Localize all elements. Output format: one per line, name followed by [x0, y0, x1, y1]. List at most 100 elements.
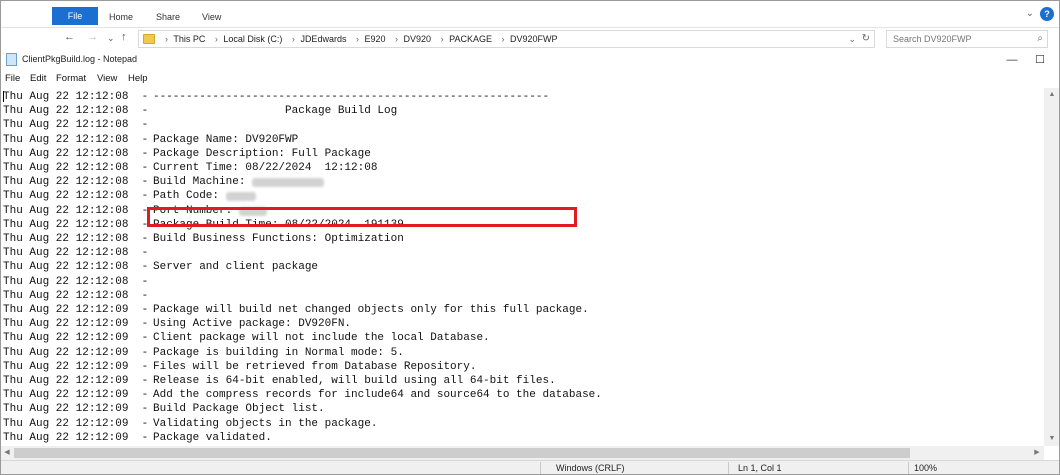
horizontal-scrollbar[interactable]: ◀ ▶ [0, 446, 1044, 460]
chevron-right-icon: › [501, 34, 505, 44]
maximize-button[interactable]: ☐ [1026, 51, 1054, 69]
log-line: Thu Aug 22 12:12:08 - Server and client p… [3, 260, 318, 274]
log-timestamp: Thu Aug 22 12:12:08 - [3, 119, 149, 132]
notepad-icon [6, 53, 17, 66]
up-arrow-icon[interactable]: ↑ [121, 31, 127, 43]
status-divider [728, 462, 729, 475]
address-dropdown-icon[interactable]: ⌄ [848, 34, 856, 45]
log-message: Package Description: Full Package [153, 147, 371, 160]
log-message: Path Code: [153, 190, 226, 203]
breadcrumb-local-disk[interactable]: Local Disk (C:) [223, 34, 282, 44]
breadcrumb-e920[interactable]: E920 [364, 34, 385, 44]
chevron-right-icon: › [291, 34, 295, 44]
search-input[interactable] [887, 31, 1027, 47]
redacted-value [226, 192, 256, 202]
log-timestamp: Thu Aug 22 12:12:09 - [3, 375, 149, 387]
log-message: ----------------------------------------… [153, 91, 550, 103]
log-line: Thu Aug 22 12:12:09 - Package validated. [3, 431, 272, 445]
log-timestamp: Thu Aug 22 12:12:09 - [3, 346, 149, 359]
log-timestamp: Thu Aug 22 12:12:09 - [3, 431, 149, 444]
scroll-left-icon[interactable]: ◀ [0, 446, 14, 460]
chevron-right-icon: › [165, 34, 168, 44]
scrollbar-thumb[interactable] [14, 448, 910, 458]
back-arrow-icon[interactable]: ← [64, 31, 75, 43]
breadcrumb: › This PC › Local Disk (C:) › JDEdwards … [161, 34, 561, 44]
scroll-up-icon[interactable]: ▲ [1044, 88, 1060, 102]
status-divider [540, 462, 541, 475]
log-timestamp: Thu Aug 22 12:12:08 - [3, 289, 149, 302]
log-timestamp: Thu Aug 22 12:12:08 - [3, 261, 149, 274]
chevron-right-icon: › [395, 34, 399, 44]
ribbon-tab-home[interactable]: Home [109, 8, 133, 26]
log-line: Thu Aug 22 12:12:08 - Package Name: DV920… [3, 133, 298, 147]
log-message: Client package will not include the loca… [153, 332, 490, 345]
log-line: Thu Aug 22 12:12:08 - [3, 275, 153, 289]
log-timestamp: Thu Aug 22 12:12:08 - [3, 176, 149, 189]
refresh-icon[interactable]: ↻ [862, 33, 870, 44]
log-message: Files will be retrieved from Database Re… [153, 360, 477, 373]
breadcrumb-dv920fwp[interactable]: DV920FWP [510, 34, 558, 44]
menu-bar: File Edit Format View Help [0, 70, 1060, 88]
menu-help[interactable]: Help [128, 73, 148, 84]
log-timestamp: Thu Aug 22 12:12:09 - [3, 403, 149, 416]
log-timestamp: Thu Aug 22 12:12:08 - [3, 233, 149, 245]
log-line: Thu Aug 22 12:12:09 - Build Package Objec… [3, 402, 325, 416]
menu-file[interactable]: File [5, 73, 20, 84]
log-line: Thu Aug 22 12:12:09 - Add the compress re… [3, 388, 602, 402]
log-message: Package will build net changed objects o… [153, 304, 589, 316]
scroll-right-icon[interactable]: ▶ [1030, 446, 1044, 460]
log-line: Thu Aug 22 12:12:08 - [3, 289, 153, 303]
log-line: Thu Aug 22 12:12:08 - Build Business Func… [3, 232, 404, 246]
log-timestamp: Thu Aug 22 12:12:09 - [3, 304, 149, 316]
redacted-value [252, 178, 324, 188]
ribbon-tab-file[interactable]: File [52, 7, 98, 25]
breadcrumb-this-pc[interactable]: This PC [173, 34, 205, 44]
log-line: Thu Aug 22 12:12:08 - Port Number: [3, 204, 267, 218]
vertical-scrollbar[interactable]: ▲ ▼ [1044, 88, 1060, 446]
menu-edit[interactable]: Edit [30, 73, 46, 84]
log-line: Thu Aug 22 12:12:09 - Package is building… [3, 346, 404, 360]
ribbon-expand-icon[interactable]: ⌄ [1026, 8, 1034, 19]
ribbon-tab-view[interactable]: View [202, 8, 221, 26]
log-timestamp: Thu Aug 22 12:12:09 - [3, 389, 149, 402]
log-timestamp: Thu Aug 22 12:12:08 - [3, 162, 149, 174]
folder-icon [143, 34, 155, 44]
highlight-box [147, 207, 577, 227]
menu-view[interactable]: View [97, 73, 117, 84]
log-line: Thu Aug 22 12:12:08 - Build Machine: [3, 175, 324, 189]
scroll-down-icon[interactable]: ▼ [1044, 432, 1060, 446]
log-line: Thu Aug 22 12:12:09 - Release is 64-bit e… [3, 374, 556, 388]
status-divider [908, 462, 909, 475]
log-line: Thu Aug 22 12:12:09 - Files will be retri… [3, 360, 476, 374]
breadcrumb-package[interactable]: PACKAGE [449, 34, 492, 44]
log-message: Build Package Object list. [153, 403, 325, 416]
explorer-ribbon: File Home Share View ⌄ ? [0, 0, 1060, 28]
search-icon[interactable]: ⌕ [1037, 33, 1043, 44]
log-timestamp: Thu Aug 22 12:12:08 - [3, 218, 149, 231]
breadcrumb-dv920[interactable]: DV920 [404, 34, 432, 44]
log-line: Thu Aug 22 12:12:08 - [3, 118, 153, 132]
notepad-titlebar: ClientPkgBuild.log - Notepad — ☐ [0, 50, 1060, 70]
chevron-right-icon: › [355, 34, 359, 44]
menu-format[interactable]: Format [56, 73, 86, 84]
recent-locations-chevron-icon[interactable]: ⌄ [107, 33, 115, 44]
breadcrumb-jdedwards[interactable]: JDEdwards [300, 34, 346, 44]
log-line: Thu Aug 22 12:12:08 - Package Build Log [3, 104, 397, 118]
text-editor[interactable]: Thu Aug 22 12:12:08 - -------------------… [0, 88, 1044, 446]
help-icon[interactable]: ? [1040, 7, 1054, 21]
log-line: Thu Aug 22 12:12:09 - Validating objects … [3, 417, 377, 431]
log-line: Thu Aug 22 12:12:09 - Package will build … [3, 303, 589, 317]
log-timestamp: Thu Aug 22 12:12:08 - [3, 133, 149, 146]
log-line: Thu Aug 22 12:12:08 - Package Build Time:… [3, 218, 404, 232]
search-box[interactable]: ⌕ [886, 30, 1048, 48]
minimize-button[interactable]: — [998, 51, 1026, 69]
log-timestamp: Thu Aug 22 12:12:09 - [3, 360, 149, 373]
log-timestamp: Thu Aug 22 12:12:09 - [3, 417, 149, 430]
log-timestamp: Thu Aug 22 12:12:08 - [3, 247, 149, 260]
forward-arrow-icon[interactable]: → [87, 31, 98, 43]
log-timestamp: Thu Aug 22 12:12:08 - [3, 190, 149, 203]
log-message: Package Build Log [153, 105, 398, 118]
address-bar[interactable]: › This PC › Local Disk (C:) › JDEdwards … [138, 30, 875, 48]
ribbon-tab-share[interactable]: Share [156, 8, 180, 26]
status-bar: Windows (CRLF) Ln 1, Col 1 100% [0, 460, 1060, 475]
